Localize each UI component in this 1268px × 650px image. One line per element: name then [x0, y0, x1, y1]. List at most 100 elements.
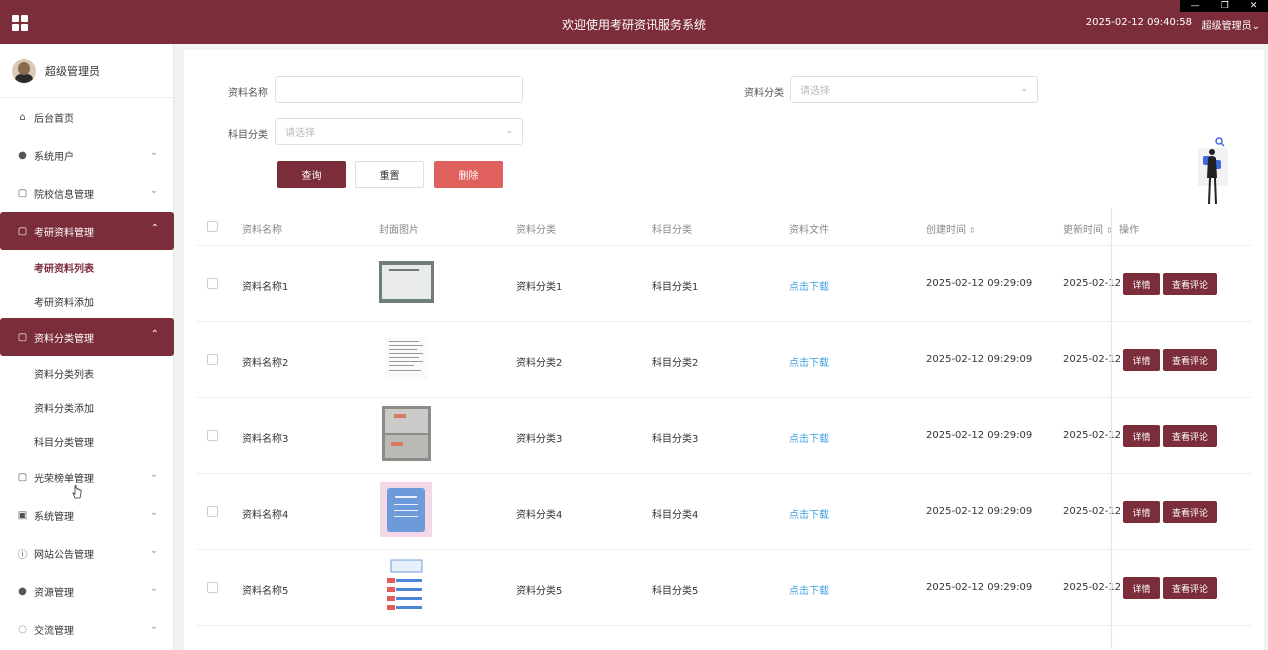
created-time: 2025-02-12 09:29:09	[926, 354, 1033, 365]
material-name: 资料名称1	[242, 282, 289, 293]
doc-icon: ▢	[17, 225, 28, 237]
row-checkbox[interactable]	[207, 506, 218, 517]
header-clock: 2025-02-12 09:40:58	[1085, 17, 1192, 28]
sidebar-subitem-material-add[interactable]: 考研资料添加	[0, 284, 173, 318]
restore-icon[interactable]: ❐	[1221, 1, 1229, 11]
avatar	[12, 58, 36, 83]
view-comments-button[interactable]: 查看评论	[1163, 501, 1217, 523]
image-icon: ▣	[17, 509, 28, 521]
created-time: 2025-02-12 09:29:09	[926, 278, 1033, 289]
material-category: 资料分类4	[516, 510, 563, 521]
user-icon: ●	[18, 149, 27, 161]
download-link[interactable]: 点击下载	[789, 582, 829, 597]
view-comments-button[interactable]: 查看评论	[1163, 273, 1217, 295]
materials-table: 资料名称 封面图片 资料分类 科目分类 资料文件 创建时间 ⇕ 更新时间 ⇕ 操作 …	[197, 208, 1251, 648]
main-panel: 资料名称 资料分类 请选择 ⌄ 科目分类 请选择 ⌄ 查询 重置 删除 资料名称…	[184, 50, 1264, 650]
row-checkbox[interactable]	[207, 278, 218, 289]
row-checkbox[interactable]	[207, 582, 218, 593]
chat-icon: ◌	[18, 623, 27, 635]
download-link[interactable]: 点击下载	[789, 278, 829, 293]
subject-label: 科目分类	[228, 130, 268, 141]
sidebar: 超级管理员 ⌂ 后台首页 ● 系统用户 ⌄ ▢ 院校信息管理 ⌄ ▢ 考研资料管…	[0, 44, 174, 650]
view-comments-button[interactable]: 查看评论	[1163, 577, 1217, 599]
sidebar-item-announcements[interactable]: ⓘ 网站公告管理 ⌄	[0, 534, 173, 572]
pin-icon: ●	[18, 585, 27, 597]
name-label: 资料名称	[228, 88, 268, 99]
subject-category: 科目分类1	[652, 282, 699, 293]
subject-category: 科目分类5	[652, 586, 699, 597]
sidebar-subitem-category-list[interactable]: 资料分类列表	[0, 356, 173, 390]
detail-button[interactable]: 详情	[1123, 501, 1160, 523]
detail-button[interactable]: 详情	[1123, 425, 1160, 447]
subject-select[interactable]: 请选择 ⌄	[275, 118, 523, 145]
category-label: 资料分类	[744, 88, 784, 99]
sidebar-item-communication[interactable]: ◌ 交流管理 ⌄	[0, 610, 173, 648]
cover-image	[385, 558, 428, 616]
table-header: 资料名称 封面图片 资料分类 科目分类 资料文件 创建时间 ⇕ 更新时间 ⇕ 操作	[197, 208, 1251, 246]
column-header: 资料名称	[242, 225, 282, 236]
query-button[interactable]: 查询	[277, 161, 346, 188]
search-illustration-icon	[1198, 137, 1228, 205]
download-link[interactable]: 点击下载	[789, 354, 829, 369]
sidebar-item-label: 考研资料管理	[34, 227, 94, 239]
name-input[interactable]	[275, 76, 523, 103]
chevron-down-icon: ⌄	[149, 147, 158, 158]
sort-icon: ⇕	[969, 226, 976, 235]
download-link[interactable]: 点击下载	[789, 430, 829, 445]
sidebar-item-honor-list[interactable]: ▢ 光荣榜单管理 ⌄	[0, 458, 173, 496]
created-time: 2025-02-12 09:29:09	[926, 430, 1033, 441]
category-select[interactable]: 请选择 ⌄	[790, 76, 1038, 103]
sidebar-subitem-material-list[interactable]: 考研资料列表	[0, 250, 173, 284]
close-icon[interactable]: ✕	[1250, 1, 1258, 11]
sidebar-item-category-management[interactable]: ▢ 资料分类管理 ⌃	[0, 318, 174, 356]
chevron-down-icon: ⌄	[1251, 21, 1260, 32]
created-time: 2025-02-12 09:29:09	[926, 582, 1033, 593]
sidebar-item-label: 系统用户	[34, 151, 74, 163]
sidebar-item-home[interactable]: ⌂ 后台首页	[0, 98, 173, 136]
view-comments-button[interactable]: 查看评论	[1163, 349, 1217, 371]
detail-button[interactable]: 详情	[1123, 349, 1160, 371]
material-name: 资料名称5	[242, 586, 289, 597]
sidebar-item-label: 光荣榜单管理	[34, 473, 94, 485]
detail-button[interactable]: 详情	[1123, 577, 1160, 599]
sidebar-item-system-users[interactable]: ● 系统用户 ⌄	[0, 136, 173, 174]
chevron-down-icon: ⌄	[149, 185, 158, 196]
fixed-column-divider	[1111, 208, 1112, 648]
sidebar-item-label: 交流管理	[34, 625, 74, 637]
doc-icon: ▢	[17, 471, 28, 483]
view-comments-button[interactable]: 查看评论	[1163, 425, 1217, 447]
row-checkbox[interactable]	[207, 430, 218, 441]
column-header: 科目分类	[652, 225, 692, 236]
material-category: 资料分类2	[516, 358, 563, 369]
cover-image	[385, 337, 428, 379]
sidebar-item-system-management[interactable]: ▣ 系统管理 ⌄	[0, 496, 173, 534]
sidebar-item-label: 资源管理	[34, 587, 74, 599]
delete-button[interactable]: 删除	[434, 161, 503, 188]
column-header: 资料分类	[516, 225, 556, 236]
download-link[interactable]: 点击下载	[789, 506, 829, 521]
updated-time-header[interactable]: 更新时间 ⇕	[1063, 221, 1113, 236]
select-all-checkbox[interactable]	[207, 221, 218, 232]
sidebar-item-exam-materials[interactable]: ▢ 考研资料管理 ⌃	[0, 212, 174, 250]
material-name: 资料名称3	[242, 434, 289, 445]
sidebar-item-label: 院校信息管理	[34, 189, 94, 201]
user-menu[interactable]: 超级管理员⌄	[1202, 17, 1260, 32]
sidebar-subitem-subject-management[interactable]: 科目分类管理	[0, 424, 173, 458]
category-select-placeholder: 请选择	[800, 86, 830, 97]
minimize-icon[interactable]: —	[1191, 1, 1200, 11]
chevron-down-icon: ⌄	[505, 126, 513, 136]
home-icon: ⌂	[19, 111, 26, 123]
created-time-header[interactable]: 创建时间 ⇕	[926, 221, 976, 236]
row-checkbox[interactable]	[207, 354, 218, 365]
detail-button[interactable]: 详情	[1123, 273, 1160, 295]
sidebar-item-label: 资料分类管理	[34, 333, 94, 345]
sidebar-subitem-category-add[interactable]: 资料分类添加	[0, 390, 173, 424]
reset-button[interactable]: 重置	[355, 161, 424, 188]
sidebar-item-resources[interactable]: ● 资源管理 ⌄	[0, 572, 173, 610]
top-header: 欢迎使用考研资讯服务系统 2025-02-12 09:40:58 超级管理员⌄	[0, 0, 1268, 44]
column-header: 封面图片	[379, 225, 419, 236]
chevron-down-icon: ⌄	[149, 583, 158, 594]
sidebar-item-school-info[interactable]: ▢ 院校信息管理 ⌄	[0, 174, 173, 212]
doc-icon: ▢	[17, 187, 28, 199]
doc-icon: ▢	[17, 331, 28, 343]
